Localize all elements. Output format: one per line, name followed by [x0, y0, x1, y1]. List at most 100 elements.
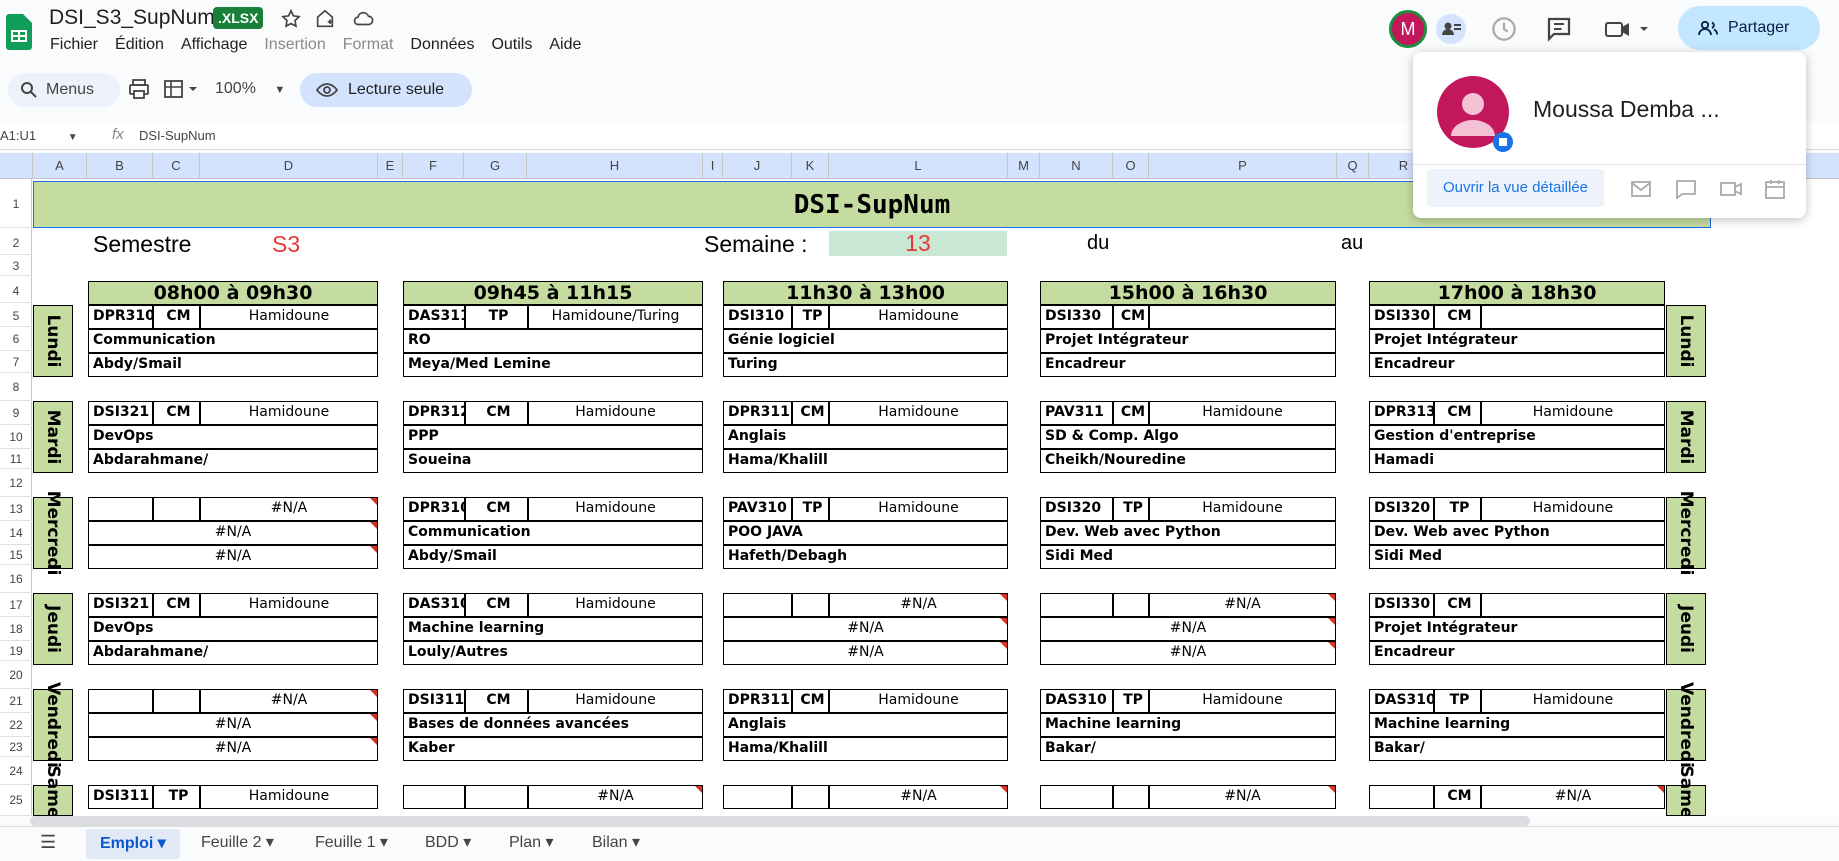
tab-bilan[interactable]: Bilan ▾ [592, 832, 640, 852]
column-header-f[interactable]: F [403, 153, 464, 178]
course-title[interactable]: SD & Comp. Algo [1040, 425, 1336, 449]
user-avatar[interactable]: M [1389, 10, 1427, 48]
course-title[interactable]: DevOps [88, 617, 378, 641]
course-title[interactable]: #N/A [723, 617, 1008, 641]
course-type[interactable]: CM [1434, 785, 1481, 809]
course-type[interactable]: TP [792, 305, 829, 329]
course-code[interactable]: DAS310 [403, 593, 465, 617]
course-title[interactable]: PPP [403, 425, 703, 449]
instructor-cell[interactable]: Louly/Autres [403, 641, 703, 665]
room-cell[interactable]: Hamidoune [528, 689, 703, 713]
course-title[interactable]: Projet Intégrateur [1040, 329, 1336, 353]
menu-affichage[interactable]: Affichage [181, 36, 247, 54]
column-header-l[interactable]: L [829, 153, 1008, 178]
room-cell[interactable] [1481, 593, 1665, 617]
chat-icon[interactable] [1675, 179, 1697, 199]
course-type[interactable]: CM [465, 593, 528, 617]
column-header-p[interactable]: P [1149, 153, 1337, 178]
print-icon[interactable] [128, 78, 150, 100]
room-cell[interactable]: #N/A [829, 785, 1008, 809]
course-type[interactable] [792, 785, 829, 809]
room-cell[interactable]: Hamidoune [1149, 689, 1336, 713]
row-header-9[interactable]: 9 [0, 401, 32, 425]
course-code[interactable] [723, 593, 792, 617]
course-code[interactable]: PAV310 [723, 497, 792, 521]
course-code[interactable]: DSI311 [88, 785, 153, 809]
row-header-2[interactable]: 2 [0, 231, 32, 255]
tab-emploi[interactable]: Emploi ▾ [86, 829, 180, 859]
column-header-m[interactable]: M [1008, 153, 1040, 178]
room-cell[interactable]: Hamidoune [1481, 401, 1665, 425]
instructor-cell[interactable]: Abdy/Smail [403, 545, 703, 569]
course-type[interactable]: CM [792, 401, 829, 425]
course-type[interactable]: CM [465, 497, 528, 521]
course-code[interactable] [1369, 785, 1434, 809]
course-title[interactable]: Projet Intégrateur [1369, 617, 1665, 641]
menu-donnees[interactable]: Données [410, 36, 474, 54]
course-code[interactable]: DSI311 [403, 689, 465, 713]
room-cell[interactable]: #N/A [200, 689, 378, 713]
column-header-q[interactable]: Q [1337, 153, 1369, 178]
instructor-cell[interactable]: Encadreur [1369, 641, 1665, 665]
course-type[interactable]: CM [1434, 305, 1481, 329]
row-header-20[interactable]: 20 [0, 661, 32, 689]
room-cell[interactable]: #N/A [1481, 785, 1665, 809]
instructor-cell[interactable]: Abdarahmane/ [88, 641, 378, 665]
course-code[interactable]: DSI321 [88, 401, 153, 425]
menu-outils[interactable]: Outils [491, 36, 532, 54]
course-title[interactable]: DevOps [88, 425, 378, 449]
select-all-corner[interactable] [0, 153, 33, 178]
course-type[interactable]: CM [153, 401, 200, 425]
instructor-cell[interactable]: Hamadi [1369, 449, 1665, 473]
course-title[interactable]: Communication [403, 521, 703, 545]
row-header-21[interactable]: 21 [0, 689, 32, 713]
document-title[interactable]: DSI_S3_SupNum [49, 6, 215, 30]
video-call-icon[interactable] [1720, 179, 1742, 199]
comments-icon[interactable] [1544, 14, 1574, 44]
course-code[interactable] [723, 785, 792, 809]
instructor-cell[interactable]: Abdarahmane/ [88, 449, 378, 473]
instructor-cell[interactable]: Kaber [403, 737, 703, 761]
row-header-6[interactable]: 6 [0, 328, 32, 351]
instructor-cell[interactable]: Abdy/Smail [88, 353, 378, 377]
row-header-7[interactable]: 7 [0, 352, 32, 373]
room-cell[interactable]: Hamidoune [1481, 497, 1665, 521]
row-header-15[interactable]: 15 [0, 545, 32, 565]
course-code[interactable]: DSI321 [88, 593, 153, 617]
course-title[interactable]: Machine learning [403, 617, 703, 641]
course-code[interactable]: DPR311 [723, 689, 792, 713]
instructor-cell[interactable]: Cheikh/Nouredine [1040, 449, 1336, 473]
semaine-value[interactable]: 13 [829, 231, 1007, 256]
instructor-cell[interactable]: Turing [723, 353, 1008, 377]
course-code[interactable]: DPR312 [403, 401, 465, 425]
collaborators-icon[interactable] [1436, 14, 1466, 44]
row-header-10[interactable]: 10 [0, 425, 32, 449]
instructor-cell[interactable]: Hama/Khalill [723, 449, 1008, 473]
mail-icon[interactable] [1630, 179, 1652, 199]
row-header-4[interactable]: 4 [0, 280, 32, 303]
course-type[interactable]: TP [153, 785, 200, 809]
course-title[interactable]: Anglais [723, 425, 1008, 449]
course-title[interactable]: RO [403, 329, 703, 353]
course-code[interactable]: DSI330 [1040, 305, 1113, 329]
room-cell[interactable]: #N/A [829, 593, 1008, 617]
room-cell[interactable]: Hamidoune [528, 401, 703, 425]
course-title[interactable]: Projet Intégrateur [1369, 329, 1665, 353]
room-cell[interactable]: Hamidoune [1149, 401, 1336, 425]
column-header-c[interactable]: C [153, 153, 200, 178]
menu-aide[interactable]: Aide [549, 36, 581, 54]
course-type[interactable]: CM [1434, 401, 1481, 425]
course-type[interactable]: CM [1113, 401, 1149, 425]
column-header-e[interactable]: E [378, 153, 403, 178]
instructor-cell[interactable]: #N/A [1040, 641, 1336, 665]
search-menus[interactable]: Menus [8, 73, 120, 107]
row-header-25[interactable]: 25 [0, 785, 32, 816]
row-header-14[interactable]: 14 [0, 521, 32, 545]
instructor-cell[interactable]: Encadreur [1040, 353, 1336, 377]
formula-input[interactable]: DSI-SupNum [139, 128, 216, 143]
course-type[interactable]: CM [465, 401, 528, 425]
format-table-icon[interactable] [163, 78, 201, 100]
tab-bdd[interactable]: BDD ▾ [425, 832, 471, 852]
row-header-19[interactable]: 19 [0, 641, 32, 661]
room-cell[interactable]: #N/A [1149, 593, 1336, 617]
